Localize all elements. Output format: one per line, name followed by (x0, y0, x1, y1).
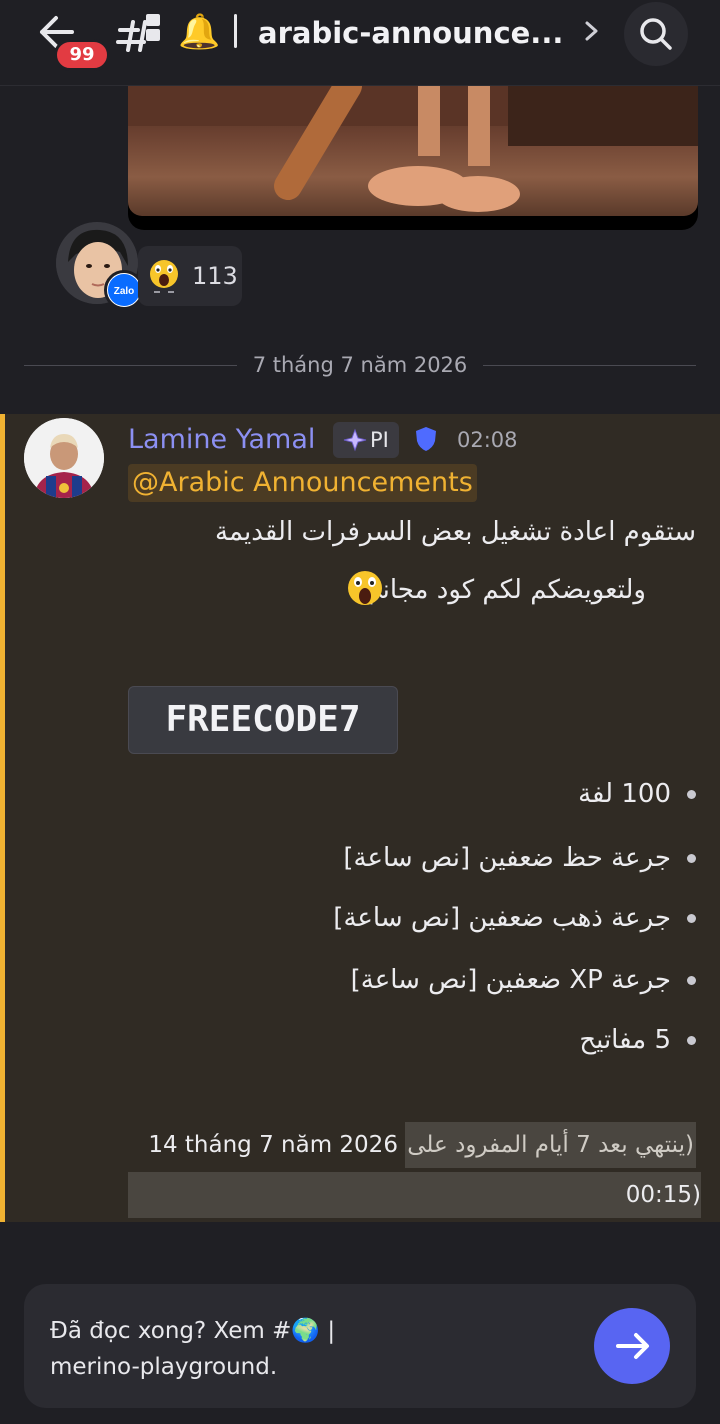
message-timestamp: 02:08 (457, 428, 518, 452)
message-line-1: ستقوم اعادة تشغيل بعض السرفرات القديمة (215, 517, 696, 547)
list-item-text: جرعة ذهب ضعفين [نص ساعة] (333, 903, 671, 933)
arrow-right-icon (616, 1333, 649, 1359)
next-channel-bar[interactable]: Đã đọc xong? Xem #🌍 | merino-playground. (24, 1284, 696, 1408)
expiry-date: 14 tháng 7 năm 2026 (148, 1132, 398, 1158)
chevron-right-icon[interactable] (580, 14, 604, 48)
image-content (128, 86, 698, 216)
expiry-prefix: (ينتهي بعد 7 أيام المفرود على (405, 1122, 696, 1168)
highlighted-message[interactable]: Lamine Yamal PI 02:08 @Arabic Announceme… (0, 414, 720, 1222)
next-channel-button[interactable] (594, 1308, 670, 1384)
next-channel-name: merino-playground. (50, 1354, 278, 1380)
role-tag-label: PI (370, 428, 389, 452)
globe-icon: 🌍 (291, 1318, 321, 1344)
search-button[interactable] (624, 2, 688, 66)
sparkle-icon (343, 428, 367, 452)
author-avatar[interactable] (24, 418, 104, 498)
list-item: جرعة XP ضعفين [نص ساعة] (351, 960, 696, 1000)
reaction-pill[interactable]: 113 (138, 246, 242, 306)
author-name[interactable]: Lamine Yamal (128, 422, 315, 458)
expiry-line: 14 tháng 7 năm 2026 (ينتهي بعد 7 أيام ال… (148, 1122, 696, 1168)
expiry-time: 00:15) (625, 1182, 701, 1208)
list-item: 100 لفة (578, 774, 696, 814)
bell-icon[interactable]: 🔔 (178, 10, 220, 54)
role-tag[interactable]: PI (333, 422, 399, 458)
list-item: 5 مفاتيح (579, 1020, 696, 1060)
bullet-dot (687, 790, 696, 799)
message-image[interactable] (128, 86, 698, 230)
date-label: 7 tháng 7 năm 2026 (236, 353, 484, 377)
list-item: جرعة ذهب ضعفين [نص ساعة] (333, 898, 696, 938)
header-divider (234, 14, 237, 48)
list-item-text: 5 مفاتيح (579, 1025, 671, 1055)
screaming-emoji-icon (146, 256, 182, 296)
announcement-channel-icon (116, 12, 164, 54)
date-divider: 7 tháng 7 năm 2026 (24, 350, 696, 380)
search-icon (640, 18, 672, 50)
list-item-text: 100 لفة (578, 779, 671, 809)
shield-icon (413, 424, 439, 454)
role-mention[interactable]: @Arabic Announcements (128, 464, 477, 502)
bullet-dot (687, 914, 696, 923)
channel-header: 99 🔔 arabic-announce... (0, 0, 720, 86)
list-item: جرعة حظ ضعفين [نص ساعة] (343, 838, 696, 878)
channel-name[interactable]: arabic-announce... (258, 12, 563, 54)
message-line-2: ولتعويضكم لكم كود مجاني (360, 575, 646, 605)
next-channel-text: Đã đọc xong? Xem # (50, 1318, 292, 1344)
expiry-time-row: 00:15) (128, 1172, 701, 1218)
screaming-emoji-icon (345, 568, 385, 610)
list-item-text: جرعة حظ ضعفين [نص ساعة] (343, 843, 671, 873)
code-block[interactable]: FREECODE7 (128, 686, 398, 754)
svg-text:Zalo: Zalo (114, 286, 135, 297)
bullet-dot (687, 854, 696, 863)
list-item-text: جرعة XP ضعفين [نص ساعة] (350, 965, 671, 995)
next-channel-prompt: Đã đọc xong? Xem #🌍 | (50, 1314, 335, 1348)
reaction-count: 113 (192, 262, 238, 290)
bullet-dot (687, 1036, 696, 1045)
unread-badge: 99 (54, 39, 110, 71)
bullet-dot (687, 976, 696, 985)
text-bar: | (327, 1318, 336, 1344)
